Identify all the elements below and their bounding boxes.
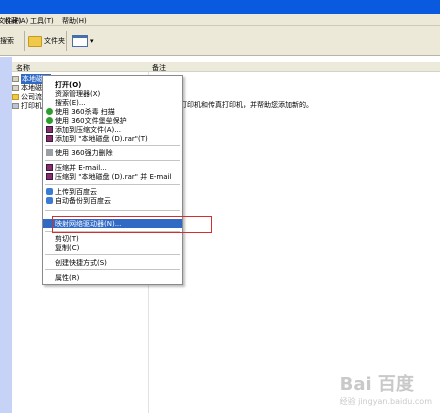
search-button-label: 搜索 <box>0 37 14 45</box>
menu-separator <box>45 184 180 185</box>
menu-favorites[interactable]: 收藏(A) <box>4 16 28 26</box>
highlight-annotation-box <box>52 216 212 233</box>
baidu-watermark: Bai 百度 经验 jingyan.baidu.com <box>340 370 432 407</box>
menu-separator <box>45 269 180 270</box>
views-button[interactable]: ▾ <box>72 31 94 51</box>
drive-icon <box>12 84 19 91</box>
item-note: 打印机和传真打印机，并帮助您添加新的。 <box>180 101 313 109</box>
menu-help[interactable]: 帮助(H) <box>62 16 87 26</box>
rar-icon <box>46 126 53 133</box>
delete-icon <box>46 149 53 156</box>
menu-separator <box>45 254 180 255</box>
menu-separator <box>45 210 180 211</box>
menu-item-label: 添加到 "本地磁盘 (D).rar"(T) <box>55 134 148 143</box>
search-button[interactable]: 搜索 <box>0 31 14 51</box>
title-bar <box>0 0 440 14</box>
context-menu: 打开(O) 资源管理器(X) 搜索(E)... 使用 360杀毒 扫描 使用 3… <box>42 75 183 285</box>
menu-item-360-delete[interactable]: 使用 360强力删除 <box>43 148 182 157</box>
watermark-sub: 经验 jingyan.baidu.com <box>339 397 432 406</box>
menu-item-label: 创建快捷方式(S) <box>55 258 107 267</box>
folders-button[interactable]: 文件夹 <box>28 31 65 51</box>
drive-icon <box>12 75 19 82</box>
task-pane <box>0 57 12 413</box>
toolbar-separator <box>66 31 67 51</box>
menu-item-label: 复制(C) <box>55 243 80 252</box>
folder-icon <box>28 35 42 47</box>
menu-item-backup-baidu[interactable]: 自动备份到百度云 <box>43 196 182 205</box>
menu-item-label: 使用 360强力删除 <box>55 148 113 157</box>
column-name[interactable]: 名称 <box>16 63 30 73</box>
menu-bar: 文件(F) 收藏(A) 工具(T) 帮助(H) <box>0 14 440 26</box>
toolbar: 搜索 文件夹 ▾ <box>0 26 440 56</box>
rar-icon <box>46 135 53 142</box>
360-icon <box>46 117 53 124</box>
cloud-icon <box>46 188 53 195</box>
views-icon <box>72 35 88 47</box>
cloud-icon <box>46 197 53 204</box>
menu-item-label: 自动备份到百度云 <box>55 196 111 205</box>
column-note[interactable]: 备注 <box>152 63 166 73</box>
menu-tools[interactable]: 工具(T) <box>30 16 54 26</box>
menu-item-compress-rar-email[interactable]: 压缩到 "本地磁盘 (D).rar" 并 E-mail <box>43 172 182 181</box>
menu-item-label: 属性(R) <box>55 273 80 282</box>
menu-item-properties[interactable]: 属性(R) <box>43 273 182 282</box>
menu-separator <box>45 160 180 161</box>
folders-button-label: 文件夹 <box>44 37 65 45</box>
menu-item-create-shortcut[interactable]: 创建快捷方式(S) <box>43 258 182 267</box>
toolbar-separator <box>24 31 25 51</box>
printer-icon <box>12 102 19 109</box>
watermark-brand: Bai 百度 <box>339 374 414 395</box>
menu-item-copy[interactable]: 复制(C) <box>43 243 182 252</box>
column-header: 名称 备注 <box>12 62 440 72</box>
chevron-down-icon: ▾ <box>90 37 94 45</box>
rar-icon <box>46 164 53 171</box>
menu-item-add-to-rar[interactable]: 添加到 "本地磁盘 (D).rar"(T) <box>43 134 182 143</box>
360-icon <box>46 108 53 115</box>
menu-item-label: 压缩到 "本地磁盘 (D).rar" 并 E-mail <box>55 172 172 181</box>
folder-icon <box>12 93 19 100</box>
rar-icon <box>46 173 53 180</box>
menu-separator <box>45 145 180 146</box>
